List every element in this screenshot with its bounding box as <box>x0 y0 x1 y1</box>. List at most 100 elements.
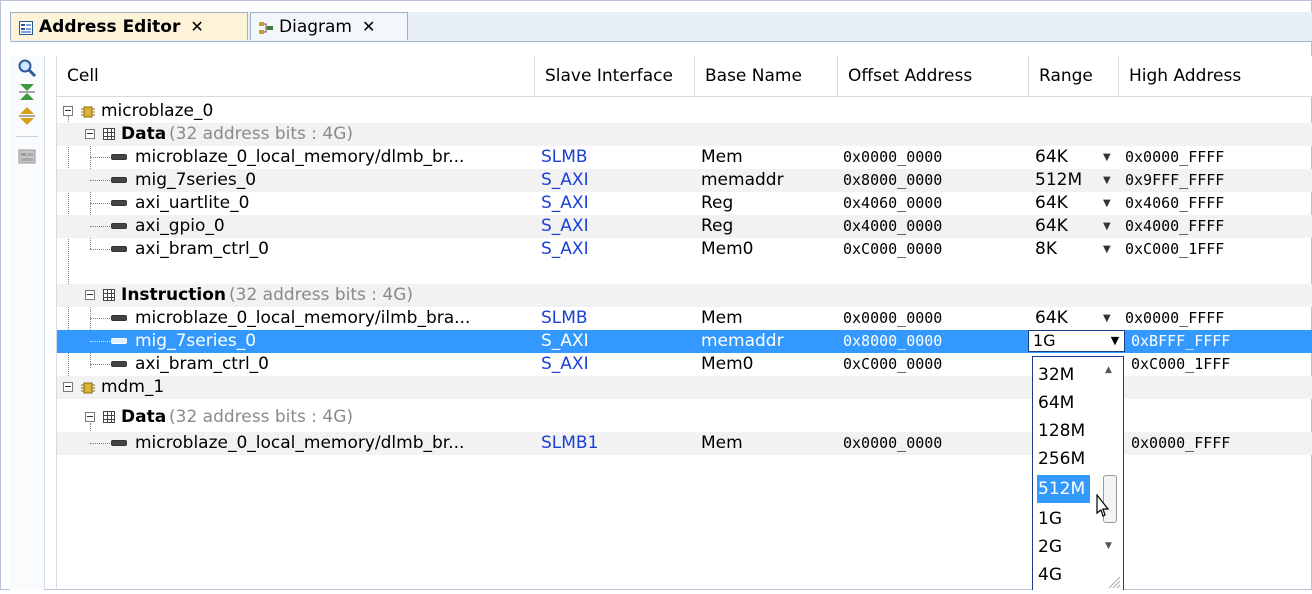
expand-all-icon[interactable] <box>17 106 37 126</box>
column-header-slave-interface[interactable]: Slave Interface <box>535 56 695 96</box>
collapse-icon[interactable] <box>85 290 95 300</box>
collapse-all-icon[interactable] <box>17 82 37 102</box>
slave-interface: S_AXI <box>541 216 589 236</box>
dropdown-arrow-icon[interactable]: ▼ <box>1106 331 1124 351</box>
dropdown-arrow-icon[interactable]: ▼ <box>1103 307 1111 330</box>
high-address: 0x0000_FFFF <box>1125 309 1225 327</box>
address-space-label: Data <box>121 124 167 144</box>
offset-address[interactable]: 0xC000_0000 <box>843 238 942 261</box>
tree-line <box>90 157 112 158</box>
table-row[interactable]: mig_7series_0 S_AXI memaddr 0x8000_0000 … <box>57 169 1312 192</box>
column-header-base-name[interactable]: Base Name <box>695 56 838 96</box>
scroll-down-icon[interactable]: ▼ <box>1105 541 1112 551</box>
dropdown-option[interactable]: 64M <box>1037 389 1074 417</box>
offset-address[interactable]: 0x8000_0000 <box>843 169 942 192</box>
master-label: mdm_1 <box>101 377 165 397</box>
tree-row-address-space[interactable]: Data (32 address bits : 4G) <box>57 123 1312 146</box>
dropdown-option[interactable]: 256M <box>1037 445 1085 473</box>
range-value[interactable]: 64K <box>1035 215 1068 238</box>
auto-assign-icon[interactable] <box>17 146 37 166</box>
table-row[interactable]: microblaze_0_local_memory/dlmb_br... SLM… <box>57 146 1312 169</box>
range-combo-value: 1G <box>1033 331 1056 350</box>
slave-interface: SLMB <box>541 308 588 328</box>
dropdown-option[interactable]: 128M <box>1037 417 1085 445</box>
offset-address[interactable]: 0x8000_0000 <box>843 330 942 353</box>
slave-interface: S_AXI <box>541 331 589 351</box>
editor-toolbar <box>10 56 45 590</box>
range-value[interactable]: 64K <box>1035 192 1068 215</box>
column-header-high-address[interactable]: High Address <box>1119 56 1312 96</box>
range-combo[interactable]: 1G ▼ <box>1028 330 1125 352</box>
base-name: memaddr <box>701 331 784 351</box>
column-header-offset-address[interactable]: Offset Address <box>838 56 1029 96</box>
tree-line <box>90 341 112 342</box>
dropdown-arrow-icon[interactable]: ▼ <box>1103 192 1111 215</box>
tree-line <box>90 249 112 250</box>
slave-segment-icon <box>111 177 127 183</box>
dropdown-option[interactable]: 32M <box>1037 361 1074 389</box>
table-row[interactable]: axi_bram_ctrl_0 S_AXI Mem0 0xC000_0000 8… <box>57 238 1312 261</box>
tree-row-master[interactable]: microblaze_0 <box>57 100 1312 123</box>
range-value[interactable]: 512M <box>1035 169 1082 192</box>
dropdown-option[interactable]: 4G <box>1037 561 1062 589</box>
dropdown-option-highlighted[interactable]: 512M <box>1037 475 1090 503</box>
table-row[interactable]: axi_gpio_0 S_AXI Reg 0x4000_0000 64K ▼ 0… <box>57 215 1312 238</box>
mouse-pointer-icon <box>1090 493 1110 524</box>
tree-row-address-space[interactable]: Instruction (32 address bits : 4G) <box>57 284 1312 307</box>
column-header-cell[interactable]: Cell <box>57 56 535 96</box>
address-space-info: (32 address bits : 4G) <box>229 285 414 305</box>
dropdown-option[interactable]: 2G <box>1037 533 1062 561</box>
collapse-icon[interactable] <box>63 106 73 116</box>
cell-name: axi_uartlite_0 <box>135 193 250 213</box>
close-icon[interactable]: ✕ <box>190 17 203 36</box>
range-value[interactable]: 64K <box>1035 146 1068 169</box>
slave-segment-icon <box>111 223 127 229</box>
scroll-up-icon[interactable]: ▲ <box>1105 365 1112 375</box>
tree-line <box>90 203 112 204</box>
table-header: Cell Slave Interface Base Name Offset Ad… <box>57 56 1312 97</box>
offset-address[interactable]: 0x4060_0000 <box>843 192 942 215</box>
tab-diagram[interactable]: Diagram ✕ <box>250 12 408 40</box>
table-row[interactable]: axi_uartlite_0 S_AXI Reg 0x4060_0000 64K… <box>57 192 1312 215</box>
slave-segment-icon <box>111 338 127 344</box>
column-header-range[interactable]: Range <box>1029 56 1119 96</box>
tree-line <box>90 226 112 227</box>
close-icon[interactable]: ✕ <box>362 17 375 36</box>
range-value[interactable]: 8K <box>1035 238 1057 261</box>
dropdown-arrow-icon[interactable]: ▼ <box>1103 215 1111 238</box>
cell-name: mig_7series_0 <box>135 331 257 351</box>
diagram-icon <box>259 20 273 34</box>
address-space-label: Data <box>121 407 167 427</box>
resize-grip-icon[interactable] <box>1107 574 1121 589</box>
master-label: microblaze_0 <box>101 101 214 121</box>
collapse-icon[interactable] <box>85 129 95 139</box>
offset-address[interactable]: 0xC000_0000 <box>843 353 942 376</box>
slave-segment-icon <box>111 246 127 252</box>
collapse-icon[interactable] <box>63 382 73 392</box>
dropdown-arrow-icon[interactable]: ▼ <box>1103 169 1111 192</box>
high-address: 0xC000_1FFF <box>1125 240 1225 258</box>
offset-address[interactable]: 0x0000_0000 <box>843 432 942 455</box>
high-address: 0x9FFF_FFFF <box>1125 171 1225 189</box>
search-icon[interactable] <box>17 58 37 78</box>
slave-interface: S_AXI <box>541 239 589 259</box>
dropdown-arrow-icon[interactable]: ▼ <box>1103 146 1111 169</box>
address-space-icon <box>103 411 115 423</box>
slave-interface: S_AXI <box>541 170 589 190</box>
range-value[interactable]: 64K <box>1035 307 1068 330</box>
dropdown-option[interactable]: 1G <box>1037 505 1062 533</box>
tab-strip: Address Editor ✕ Diagram ✕ <box>10 12 1312 42</box>
slave-segment-icon <box>111 440 127 446</box>
tree-line <box>90 318 112 319</box>
dropdown-scrollbar[interactable]: ▲ ▼ <box>1099 357 1123 590</box>
table-row[interactable]: microblaze_0_local_memory/ilmb_bra... SL… <box>57 307 1312 330</box>
collapse-icon[interactable] <box>85 412 95 422</box>
base-name: Reg <box>701 193 734 213</box>
cell-name: axi_gpio_0 <box>135 216 225 236</box>
offset-address[interactable]: 0x0000_0000 <box>843 307 942 330</box>
offset-address[interactable]: 0x4000_0000 <box>843 215 942 238</box>
tab-address-editor[interactable]: Address Editor ✕ <box>10 12 248 40</box>
offset-address[interactable]: 0x0000_0000 <box>843 146 942 169</box>
dropdown-arrow-icon[interactable]: ▼ <box>1103 238 1111 261</box>
base-name: memaddr <box>701 170 784 190</box>
